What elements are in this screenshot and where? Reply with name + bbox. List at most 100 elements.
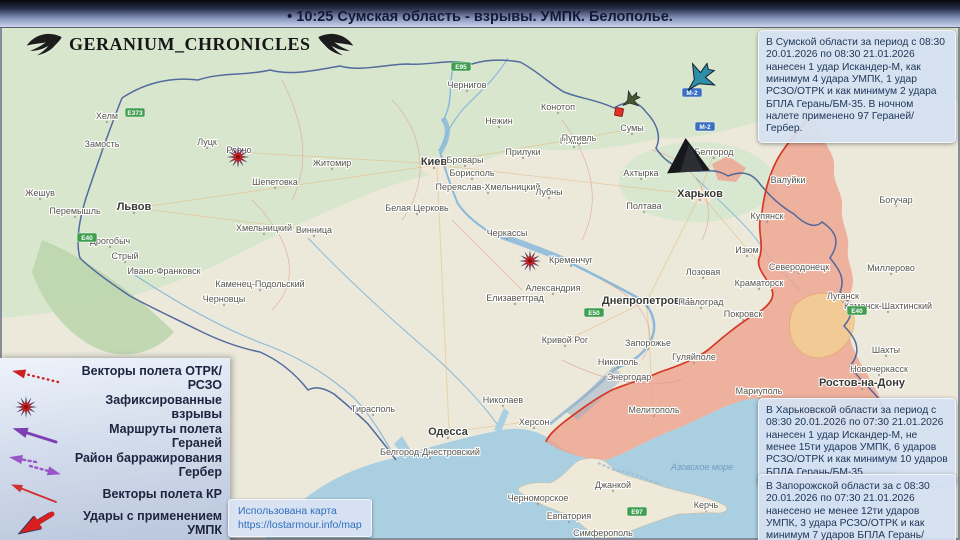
city-label: Сумы xyxy=(620,123,644,133)
city-label: Стрый xyxy=(111,251,138,261)
city-dot xyxy=(536,502,540,506)
legend-item-umpk: Удары с применением УМПК xyxy=(0,508,230,537)
city-dot xyxy=(567,520,571,524)
sea-label: Азовское море xyxy=(670,462,733,472)
road-badge-label: E40 xyxy=(851,308,863,315)
legend-item-kr: Векторы полета КР xyxy=(0,479,230,508)
city-dot xyxy=(330,167,334,171)
city-dot xyxy=(642,210,646,214)
city-label: Житомир xyxy=(313,158,352,168)
city-dot xyxy=(569,264,573,268)
city-dot xyxy=(712,156,716,160)
city-dot xyxy=(497,125,501,129)
city-dot xyxy=(572,145,576,149)
legend-item-gerber: Район барражирования Гербер xyxy=(0,450,230,479)
city-label: Каменец-Подольский xyxy=(215,279,304,289)
explosion-icon xyxy=(15,395,37,418)
city-dot xyxy=(630,132,634,136)
city-label: Евпатория xyxy=(547,511,592,521)
legend-item-explosions: Зафиксированные взрывы xyxy=(0,392,230,421)
city-label: Елизаветград xyxy=(486,293,544,303)
city-label: Запорожье xyxy=(625,338,671,348)
city-label: Шепетовка xyxy=(252,177,298,187)
city-label: Нежин xyxy=(485,116,512,126)
city-dot xyxy=(162,275,166,279)
city-dot xyxy=(465,89,469,93)
info-box-zaporizhzhia: В Запорожской области за с 08:30 20.01.2… xyxy=(758,474,956,540)
city-label: Керчь xyxy=(694,500,719,510)
city-label: Новочеркасск xyxy=(850,364,908,374)
city-label: Львов xyxy=(117,201,152,213)
city-label: Лозовая xyxy=(686,267,721,277)
city-label: Борисполь xyxy=(449,168,494,178)
city-label: Покровск xyxy=(724,309,763,319)
city-label: Конотоп xyxy=(541,102,575,112)
city-dot xyxy=(463,164,467,168)
city-label: Ахтырка xyxy=(623,168,658,178)
road-badge-label: М-2 xyxy=(699,124,711,131)
city-label: Тирасполь xyxy=(351,404,396,414)
info-box-kharkiv: В Харьковской области за период с 08:30 … xyxy=(758,398,956,487)
city-dot xyxy=(786,184,790,188)
city-dot xyxy=(222,303,226,307)
city-dot xyxy=(371,413,375,417)
city-label: Прилуки xyxy=(505,147,540,157)
right-wing-icon xyxy=(317,33,353,56)
city-dot xyxy=(262,232,266,236)
city-dot xyxy=(886,310,890,314)
city-label: Бровары xyxy=(446,155,483,165)
city-label: Путивль xyxy=(562,133,597,143)
city-label: Винница xyxy=(296,225,332,235)
city-dot xyxy=(123,260,127,264)
city-dot xyxy=(486,191,490,195)
city-label: Валуйки xyxy=(771,175,806,185)
city-label: Жешув xyxy=(25,188,55,198)
umpk-strike-icon xyxy=(17,511,55,534)
city-label: Ивано-Франковск xyxy=(127,266,200,276)
city-label: Симферополь xyxy=(573,528,633,538)
city-label: Черноморское xyxy=(508,493,569,503)
legend-item-geran: Маршруты полета Гераней xyxy=(0,421,230,450)
city-dot xyxy=(100,148,104,152)
city-dot xyxy=(415,212,419,216)
road-badge-label: E373 xyxy=(127,110,143,117)
city-dot xyxy=(205,146,209,150)
map-attribution: Использована карта https://lostarmour.in… xyxy=(228,498,372,537)
city-label: Николаев xyxy=(483,395,524,405)
city-dot xyxy=(741,318,745,322)
city-label: Богучар xyxy=(879,195,912,205)
left-wing-icon xyxy=(26,33,62,56)
city-label: Изюм xyxy=(735,245,758,255)
city-dot xyxy=(692,361,696,365)
city-label: Киев xyxy=(421,156,448,168)
city-label: Чернигов xyxy=(448,80,487,90)
city-label: Белая Церковь xyxy=(385,203,449,213)
city-dot xyxy=(797,271,801,275)
city-label: Мелитополь xyxy=(628,405,680,415)
attribution-url: https://lostarmour.info/map xyxy=(238,518,362,531)
city-label: Джанкой xyxy=(595,480,631,490)
city-dot xyxy=(513,302,517,306)
city-label: Перемышль xyxy=(49,206,101,216)
city-dot xyxy=(704,509,708,513)
city-dot xyxy=(627,381,631,385)
city-label: Северодонецк xyxy=(769,262,829,272)
city-label: Черновцы xyxy=(203,294,245,304)
city-dot xyxy=(428,456,432,460)
city-label: Хмельницкий xyxy=(236,223,292,233)
road-badge-label: E40 xyxy=(81,235,93,242)
city-label: Никополь xyxy=(598,357,639,367)
app-window: • 10:25 Сумская область - взрывы. УМПК. … xyxy=(0,0,960,540)
city-label: Луцк xyxy=(197,137,217,147)
city-dot xyxy=(273,186,277,190)
city-dot xyxy=(889,272,893,276)
city-label: Черкассы xyxy=(487,228,528,238)
city-dot xyxy=(470,177,474,181)
city-dot xyxy=(108,245,112,249)
city-dot xyxy=(639,177,643,181)
city-dot xyxy=(745,254,749,258)
city-dot xyxy=(884,354,888,358)
city-label: Миллерово xyxy=(867,263,915,273)
city-dot xyxy=(616,366,620,370)
city-label: Харьков xyxy=(677,188,723,200)
